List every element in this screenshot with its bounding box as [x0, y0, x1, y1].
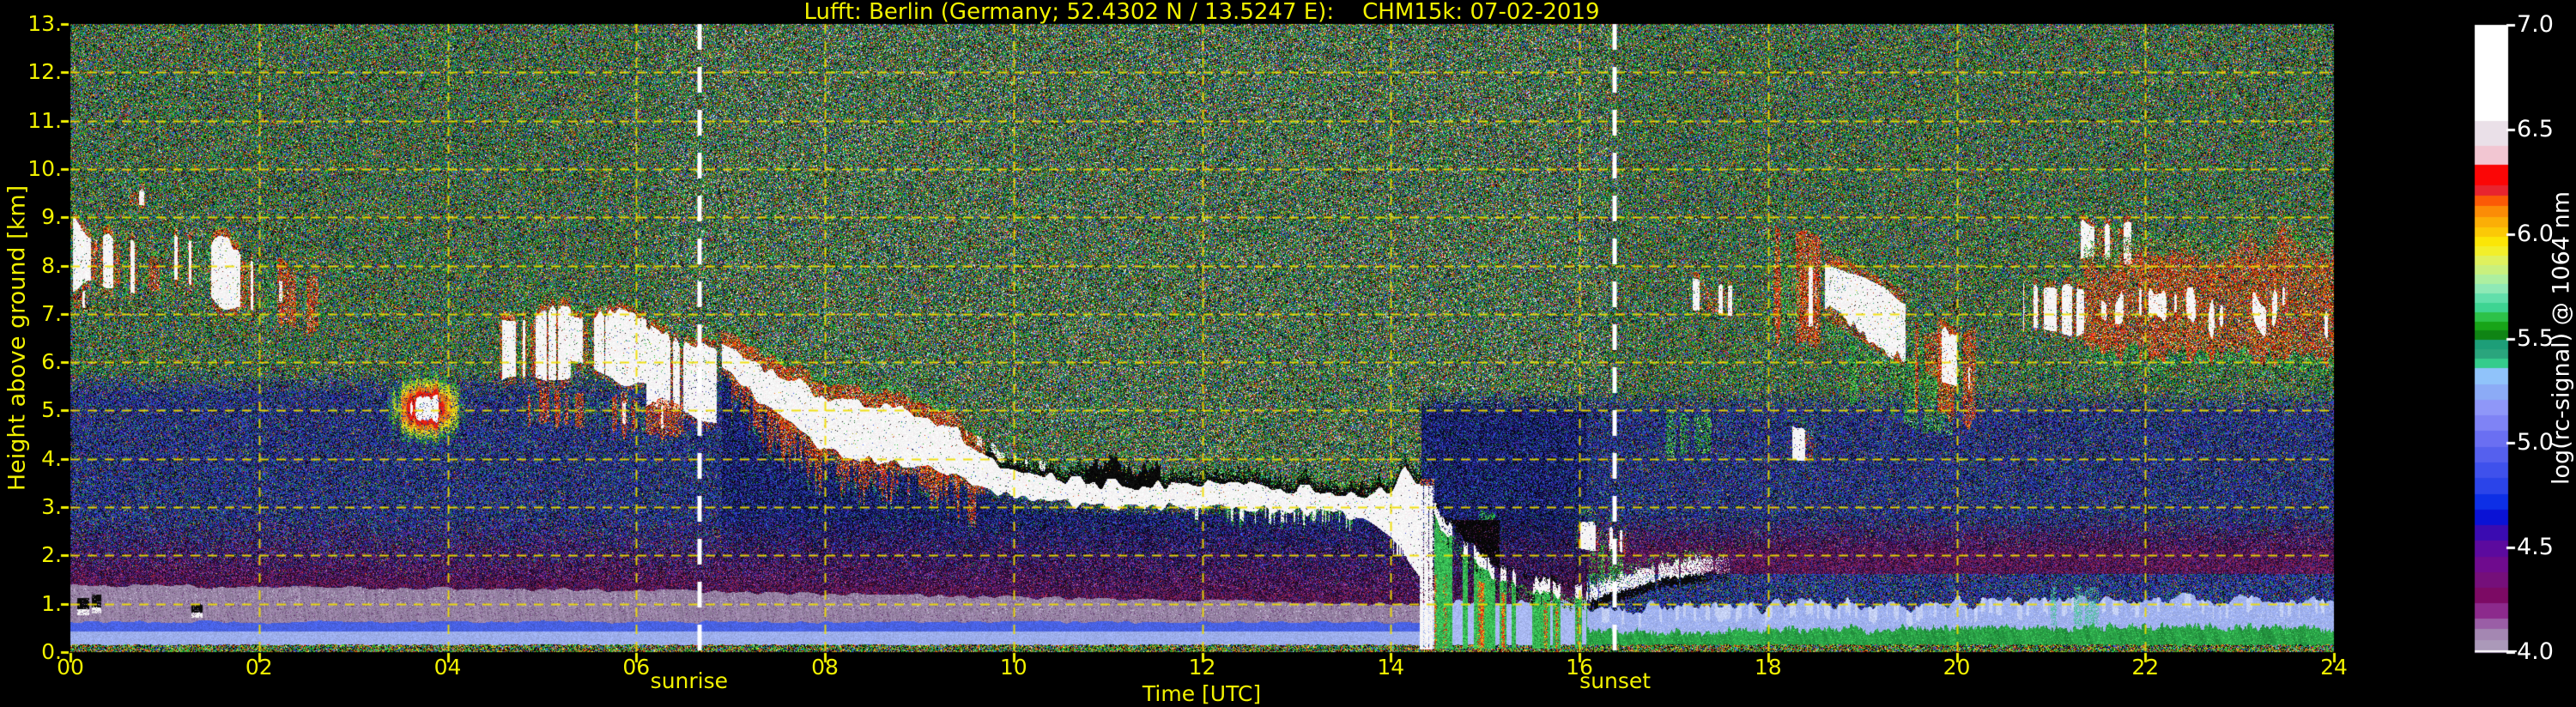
colorbar-tick-label: 5.0: [2517, 429, 2554, 456]
sunrise-label: sunrise: [650, 668, 729, 693]
y-tick-label: 4.: [41, 445, 62, 471]
y-tick-label: 6.: [41, 349, 62, 375]
y-tick-label: 12.: [27, 59, 62, 85]
x-tick-label: 20: [1943, 655, 1971, 680]
x-tick-label: 08: [811, 655, 839, 680]
y-tick-label: 5.: [41, 397, 62, 423]
x-tick-label: 14: [1377, 655, 1405, 680]
y-tick-label: 1.: [41, 590, 62, 616]
x-tick-label: 12: [1188, 655, 1216, 680]
x-tick-label: 24: [2320, 655, 2348, 680]
colorbar-tick-label: 4.5: [2517, 534, 2554, 561]
colorbar-tick-label: 6.0: [2517, 220, 2554, 247]
x-tick-label: 22: [2131, 655, 2160, 680]
y-tick-label: 7.: [41, 300, 62, 326]
plot-title: Lufft: Berlin (Germany; 52.4302 N / 13.5…: [803, 0, 1600, 25]
y-tick-label: 11.: [27, 107, 62, 133]
colorbar-tick-label: 5.5: [2517, 324, 2554, 352]
y-tick-label: 2.: [41, 542, 62, 568]
y-tick-label: 3.: [41, 494, 62, 520]
x-tick-label: 04: [433, 655, 462, 680]
y-tick-label: 9.: [41, 204, 62, 230]
y-tick-label: 0.: [41, 639, 62, 664]
lidar-heatmap-canvas: [0, 0, 2576, 707]
x-tick-label: 10: [999, 655, 1027, 680]
x-tick-label: 02: [245, 655, 273, 680]
x-tick-label: 18: [1754, 655, 1782, 680]
y-tick-label: 8.: [41, 252, 62, 278]
x-tick-label: 16: [1566, 655, 1593, 680]
colorbar-tick-label: 6.5: [2517, 115, 2554, 142]
colorbar-tick-label: 4.0: [2517, 638, 2554, 665]
colorbar-tick-label: 7.0: [2517, 11, 2554, 38]
y-tick-label: 10.: [27, 155, 62, 181]
y-tick-label: 13.: [27, 11, 62, 36]
lidar-quicklook-app: Lufft: Berlin (Germany; 52.4302 N / 13.5…: [0, 0, 2576, 707]
x-axis-title: Time [UTC]: [1142, 681, 1262, 706]
y-axis-title: Height above ground [km]: [3, 184, 31, 492]
x-tick-label: 00: [57, 655, 84, 680]
x-tick-label: 06: [622, 655, 651, 680]
